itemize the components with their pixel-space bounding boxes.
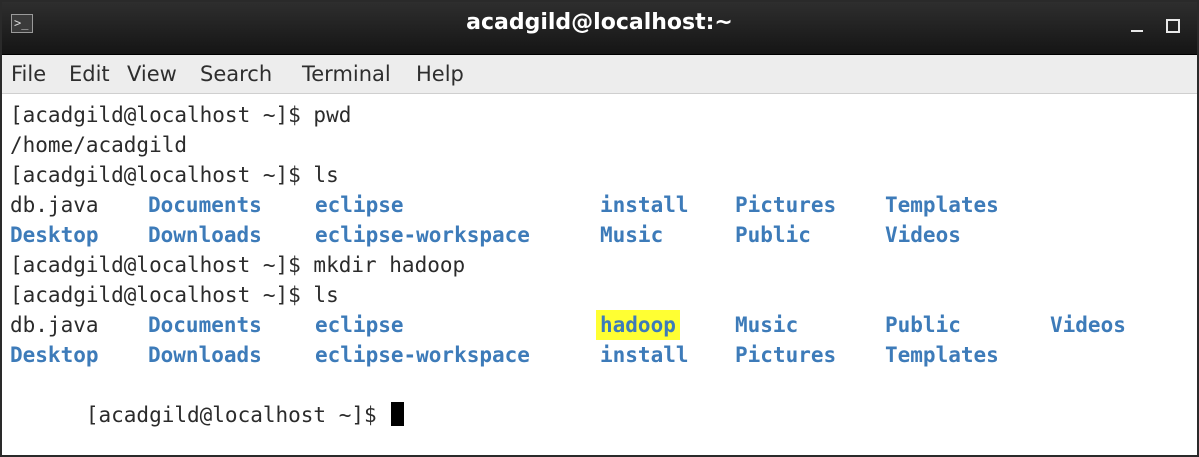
command-line: [acadgild@localhost ~]$ pwd <box>10 103 352 127</box>
file-entry: db.java <box>10 193 99 217</box>
menu-edit[interactable]: Edit <box>69 62 110 86</box>
directory-entry: Public <box>735 223 811 247</box>
minimize-icon[interactable] <box>1128 16 1146 34</box>
highlighted-directory-entry: hadoop <box>596 310 680 340</box>
directory-entry: Music <box>735 313 799 337</box>
directory-entry: Desktop <box>10 223 99 247</box>
prompt-text: [acadgild@localhost ~]$ <box>85 403 390 427</box>
menu-bar: File Edit View Search Terminal Help <box>2 55 1197 94</box>
directory-entry: Videos <box>1050 313 1126 337</box>
directory-entry: Videos <box>885 223 961 247</box>
file-entry: db.java <box>10 313 99 337</box>
command-line: [acadgild@localhost ~]$ mkdir hadoop <box>10 253 466 277</box>
window-title: acadgild@localhost:~ <box>466 10 733 35</box>
command-line: [acadgild@localhost ~]$ ls <box>10 163 339 187</box>
directory-entry: eclipse <box>315 193 404 217</box>
directory-entry: Templates <box>885 343 999 367</box>
directory-entry: Documents <box>148 313 262 337</box>
listing-row: db.java Documents eclipse install Pictur… <box>10 190 1160 220</box>
directory-entry: Downloads <box>148 223 262 247</box>
listing-row: Desktop Downloads eclipse-workspace inst… <box>10 340 1160 370</box>
terminal-window: >_ acadgild@localhost:~ File Edit View S… <box>0 0 1199 457</box>
directory-entry: eclipse-workspace <box>315 223 530 247</box>
directory-entry: install <box>600 193 689 217</box>
output-line: /home/acadgild <box>10 133 188 157</box>
listing-row: Desktop Downloads eclipse-workspace Musi… <box>10 220 1160 250</box>
directory-entry: Documents <box>148 193 262 217</box>
directory-entry: Templates <box>885 193 999 217</box>
menu-view[interactable]: View <box>127 62 177 86</box>
title-bar[interactable]: >_ acadgild@localhost:~ <box>2 2 1197 55</box>
directory-entry: Music <box>600 223 664 247</box>
directory-entry: install <box>600 343 689 367</box>
directory-entry: Desktop <box>10 343 99 367</box>
directory-entry: Pictures <box>735 343 837 367</box>
maximize-icon[interactable] <box>1164 16 1182 34</box>
menu-terminal[interactable]: Terminal <box>302 62 391 86</box>
prompt-line[interactable]: [acadgild@localhost ~]$ <box>10 370 405 427</box>
directory-entry: Public <box>885 313 961 337</box>
directory-entry: Pictures <box>735 193 837 217</box>
command-line: [acadgild@localhost ~]$ ls <box>10 283 339 307</box>
directory-entry: Downloads <box>148 343 262 367</box>
directory-entry: eclipse <box>315 313 404 337</box>
menu-file[interactable]: File <box>11 62 46 86</box>
directory-entry: eclipse-workspace <box>315 343 530 367</box>
listing-row: db.java Documents eclipse hadoop Music P… <box>10 310 1160 340</box>
text-cursor <box>391 402 405 426</box>
terminal-output[interactable]: [acadgild@localhost ~]$ pwd /home/acadgi… <box>2 94 1197 455</box>
menu-help[interactable]: Help <box>416 62 464 86</box>
menu-search[interactable]: Search <box>200 62 272 86</box>
